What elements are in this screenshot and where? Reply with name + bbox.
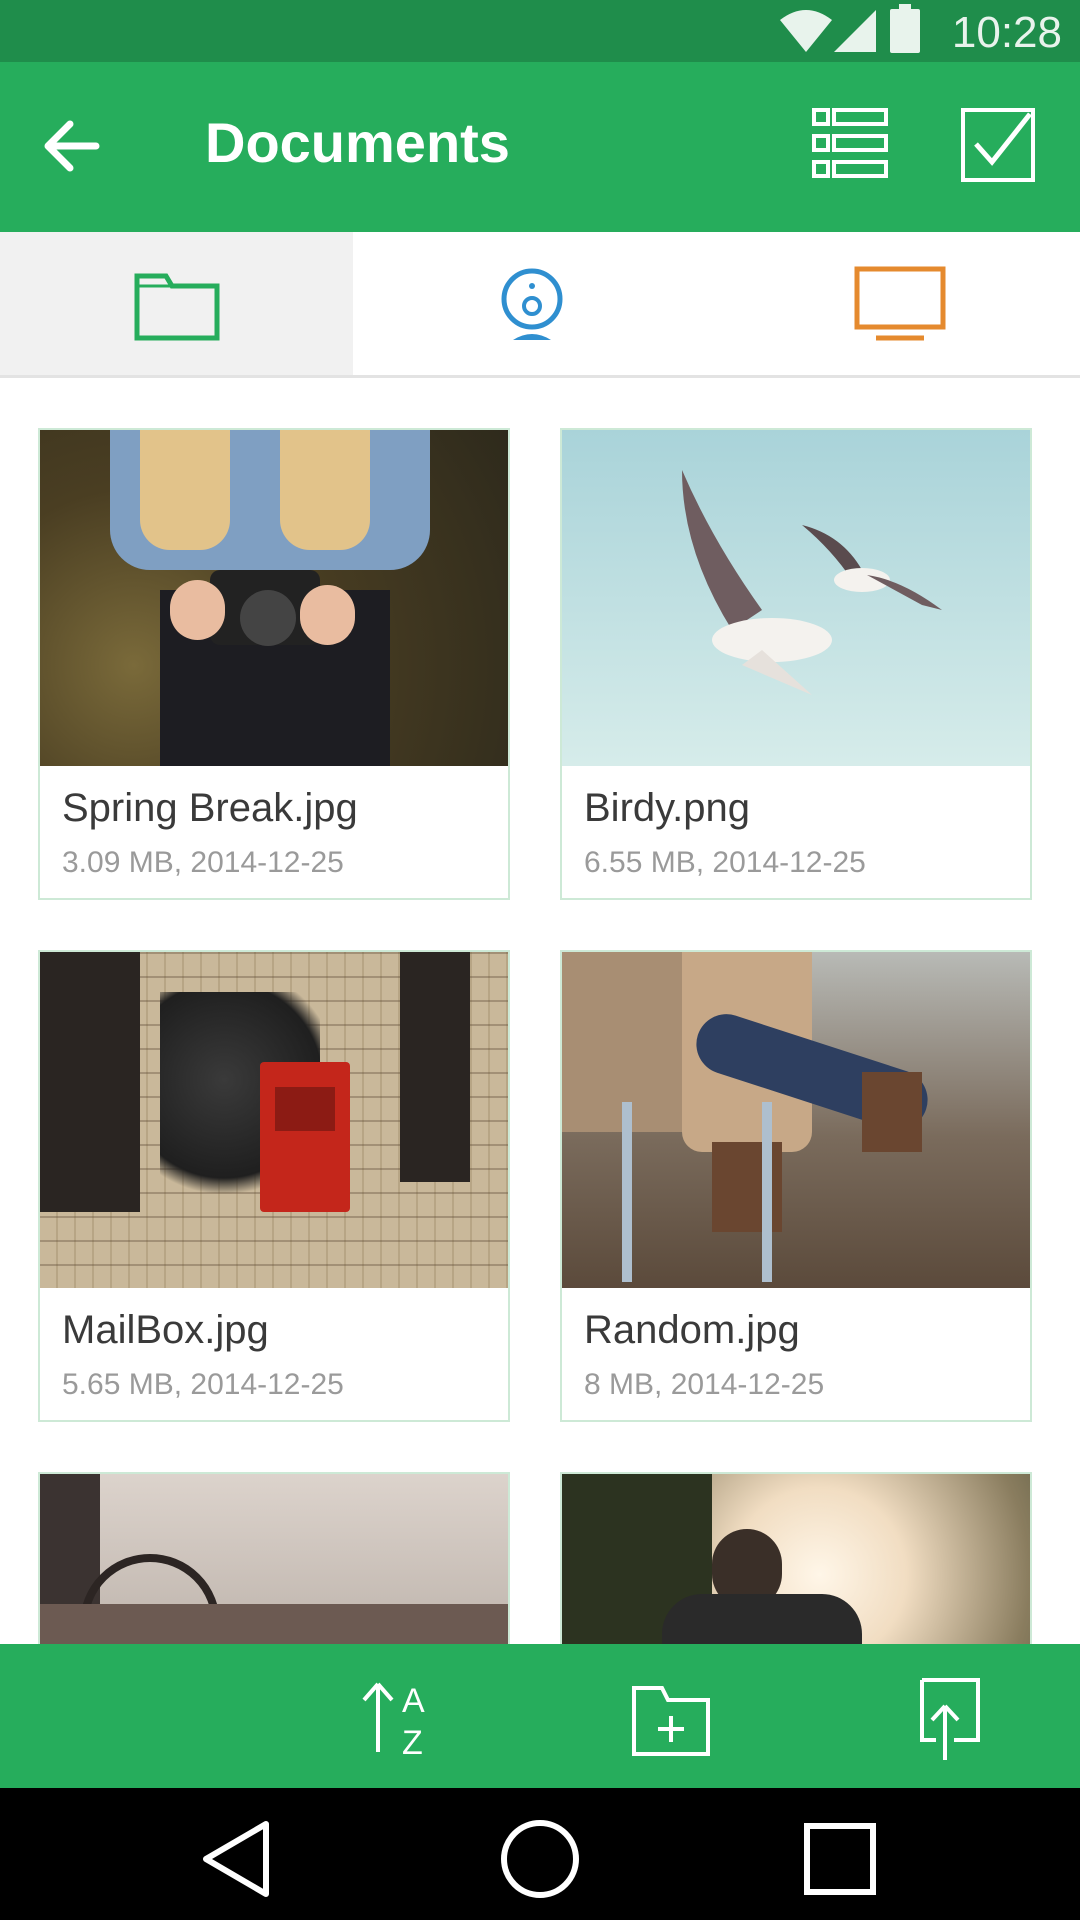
file-name: Birdy.png [584,786,751,830]
tab-computer[interactable] [720,232,1080,375]
file-name: MailBox.jpg [62,1308,269,1352]
sort-az-icon[interactable]: A Z [352,1672,442,1762]
file-card[interactable]: Spring Break.jpg 3.09 MB, 2014-12-25 [38,428,510,900]
upload-icon[interactable] [900,1672,990,1762]
battery-icon [890,4,920,53]
file-name: Random.jpg [584,1308,800,1352]
app-bar: Documents [0,62,1080,232]
monitor-icon [854,266,946,340]
file-meta: 5.65 MB, 2014-12-25 [62,1368,344,1401]
file-card[interactable]: Random.jpg 8 MB, 2014-12-25 [560,950,1032,1422]
image-thumbnail [40,430,508,766]
list-view-icon[interactable] [812,106,888,182]
nav-recents-icon[interactable] [795,1814,885,1904]
image-thumbnail [40,952,508,1288]
clock: 10:28 [951,8,1062,57]
wifi-icon [780,10,832,52]
image-thumbnail [562,430,1030,766]
image-thumbnail [562,1474,1030,1644]
page-title: Documents [205,111,510,174]
tab-webcam[interactable] [353,232,710,375]
image-thumbnail [40,1474,508,1644]
nav-back-icon[interactable] [196,1814,286,1904]
file-grid: Spring Break.jpg 3.09 MB, 2014-12-25 Bir… [0,380,1080,1644]
new-folder-icon[interactable] [626,1672,716,1762]
bottom-action-bar: A Z [0,1644,1080,1788]
webcam-icon [501,268,562,340]
tab-folders[interactable] [0,232,353,375]
file-meta: 6.55 MB, 2014-12-25 [584,846,866,879]
signal-icon [834,10,876,52]
file-card[interactable]: Birdy.png 6.55 MB, 2014-12-25 [560,428,1032,900]
file-name: Spring Break.jpg [62,786,358,830]
status-bar: 10:28 [0,0,1080,62]
file-card[interactable]: MailBox.jpg 5.65 MB, 2014-12-25 [38,950,510,1422]
svg-text:A: A [402,1682,425,1720]
svg-text:Z: Z [402,1724,423,1762]
file-meta: 3.09 MB, 2014-12-25 [62,846,344,879]
file-meta: 8 MB, 2014-12-25 [584,1368,825,1401]
system-nav-bar [0,1788,1080,1920]
file-card[interactable] [560,1472,1032,1644]
select-checkbox-icon[interactable] [960,106,1036,182]
image-thumbnail [562,952,1030,1288]
nav-home-icon[interactable] [495,1814,585,1904]
back-arrow-icon[interactable] [40,114,104,178]
folder-icon [134,273,219,340]
file-card[interactable] [38,1472,510,1644]
source-tabs [0,232,1080,378]
